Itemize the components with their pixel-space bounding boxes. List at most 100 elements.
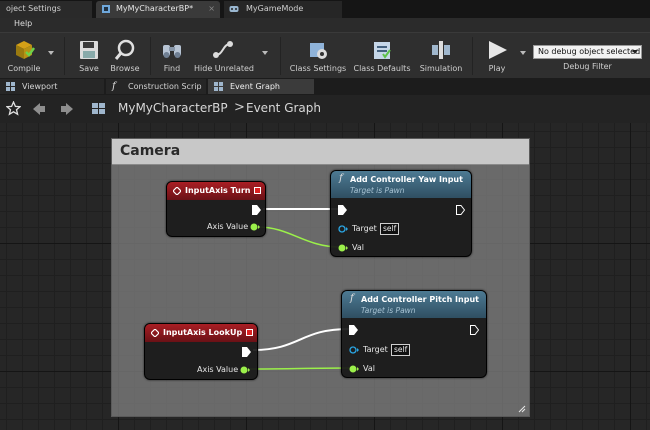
chevron-down-icon — [632, 50, 638, 54]
stop-icon — [254, 187, 261, 194]
compile-options-button[interactable] — [44, 35, 54, 77]
browse-button[interactable]: Browse — [106, 35, 144, 77]
float-in-pin-icon[interactable] — [338, 244, 348, 252]
function-icon: f — [350, 293, 354, 304]
object-in-pin-icon[interactable] — [338, 225, 348, 233]
blueprint-editor-window: oject Settings MyMyCharacterBP* × MyGame… — [0, 0, 650, 430]
tab-label: oject Settings — [6, 4, 61, 13]
resize-grip-icon[interactable] — [518, 405, 526, 413]
class-defaults-button[interactable]: Class Defaults — [352, 35, 412, 77]
close-icon[interactable]: × — [208, 1, 215, 17]
tab-label: Event Graph — [230, 82, 280, 91]
comment-title: Camera — [120, 143, 181, 159]
gamemode-icon — [229, 6, 239, 12]
exec-out-pin-icon[interactable] — [470, 325, 479, 335]
node-header[interactable]: InputAxis LookUp — [145, 324, 257, 342]
pin-label-val: Val — [363, 364, 375, 373]
comment-header[interactable]: Camera — [112, 139, 529, 165]
browse-label: Browse — [110, 64, 140, 73]
menu-bar: Help — [0, 18, 650, 32]
binoculars-icon — [163, 45, 181, 58]
target-value[interactable]: self — [380, 223, 400, 235]
breadcrumb-graph[interactable]: Event Graph — [246, 101, 321, 115]
magnifier-icon — [114, 39, 135, 60]
forward-arrow-icon[interactable] — [60, 102, 74, 116]
class-defaults-icon — [374, 42, 391, 59]
toolbar-divider — [150, 37, 151, 75]
class-settings-button[interactable]: Class Settings — [288, 35, 348, 77]
object-in-pin-icon[interactable] — [349, 346, 359, 354]
document-tab-bar: oject Settings MyMyCharacterBP* × MyGame… — [0, 0, 650, 18]
node-title: InputAxis LookUp — [163, 328, 243, 337]
node-inputaxis-lookup[interactable]: InputAxis LookUp Axis Value — [144, 323, 258, 380]
chevron-down-icon — [520, 51, 526, 55]
class-defaults-label: Class Defaults — [353, 64, 411, 73]
exec-out-pin-icon[interactable] — [456, 205, 465, 215]
back-arrow-icon[interactable] — [32, 102, 46, 116]
debug-object-select[interactable]: No debug object selected — [533, 45, 642, 59]
tab-event-graph[interactable]: Event Graph — [208, 79, 314, 94]
hide-unrelated-icon — [213, 41, 233, 58]
simulation-icon — [432, 41, 450, 59]
target-value[interactable]: self — [391, 344, 411, 356]
save-button[interactable]: Save — [72, 35, 106, 77]
float-out-pin-icon[interactable] — [240, 366, 250, 374]
save-icon — [80, 41, 98, 59]
node-title: InputAxis Turn — [185, 186, 251, 195]
find-button[interactable]: Find — [156, 35, 188, 77]
node-inputaxis-turn[interactable]: InputAxis Turn Axis Value — [166, 181, 266, 237]
node-title: Add Controller Yaw Input — [350, 175, 463, 184]
hide-unrelated-options-button[interactable] — [258, 35, 268, 77]
play-label: Play — [488, 64, 506, 73]
node-add-controller-yaw-input[interactable]: f Add Controller Yaw Input Target is Paw… — [330, 170, 472, 257]
node-header[interactable]: InputAxis Turn — [167, 182, 265, 200]
hide-unrelated-button[interactable]: Hide Unrelated — [194, 35, 255, 77]
compile-icon — [16, 41, 36, 59]
tab-mygamemode[interactable]: MyGameMode — [224, 1, 342, 18]
event-graph-icon — [214, 82, 223, 91]
pin-label-target: Target — [352, 224, 377, 233]
function-icon: f — [339, 173, 343, 184]
viewport-icon — [6, 82, 15, 91]
node-header[interactable]: f Add Controller Pitch Input Target is P… — [342, 291, 486, 318]
node-add-controller-pitch-input[interactable]: f Add Controller Pitch Input Target is P… — [341, 290, 487, 378]
exec-out-pin-icon[interactable] — [242, 347, 251, 357]
find-label: Find — [163, 64, 181, 73]
simulation-button[interactable]: Simulation — [418, 35, 464, 77]
stop-icon — [246, 329, 253, 336]
tab-label: MyGameMode — [246, 4, 304, 13]
float-in-pin-icon[interactable] — [349, 365, 359, 373]
menu-help[interactable]: Help — [14, 19, 32, 28]
debug-object-value: No debug object selected — [538, 47, 641, 56]
float-out-pin-icon[interactable] — [250, 223, 260, 231]
toolbar-divider — [280, 37, 281, 75]
toolbar-divider — [472, 37, 473, 75]
tab-mymycharacterbp[interactable]: MyMyCharacterBP* × — [96, 1, 220, 18]
play-options-button[interactable] — [518, 35, 526, 77]
tab-project-settings[interactable]: oject Settings — [0, 1, 92, 18]
simulation-label: Simulation — [419, 64, 463, 73]
debug-filter-label: Debug Filter — [563, 62, 612, 71]
play-icon — [489, 41, 507, 59]
pin-label-axis-value: Axis Value — [207, 222, 249, 231]
compile-button[interactable]: Compile — [4, 35, 44, 77]
exec-in-pin-icon[interactable] — [349, 325, 358, 335]
tab-construction-script[interactable]: f Construction Scrip — [106, 79, 206, 94]
node-title: Add Controller Pitch Input — [361, 295, 479, 304]
tab-viewport[interactable]: Viewport — [0, 79, 104, 94]
save-label: Save — [79, 64, 99, 73]
exec-in-pin-icon[interactable] — [338, 205, 347, 215]
hide-unrelated-label: Hide Unrelated — [194, 64, 255, 73]
event-icon — [151, 329, 159, 337]
node-subtitle: Target is Pawn — [361, 306, 416, 315]
node-header[interactable]: f Add Controller Yaw Input Target is Paw… — [331, 171, 471, 198]
pin-label-val: Val — [352, 243, 364, 252]
breadcrumb-blueprint[interactable]: MyMyCharacterBP — [118, 101, 228, 115]
play-button[interactable]: Play — [478, 35, 516, 77]
toolbar: Compile Save Browse Find Hide Unrelated … — [0, 32, 650, 78]
exec-out-pin-icon[interactable] — [252, 205, 261, 215]
star-icon[interactable] — [6, 101, 21, 116]
editor-subtab-bar: Viewport f Construction Scrip Event Grap… — [0, 78, 650, 95]
pin-label-target: Target — [363, 345, 388, 354]
compile-label: Compile — [7, 64, 41, 73]
